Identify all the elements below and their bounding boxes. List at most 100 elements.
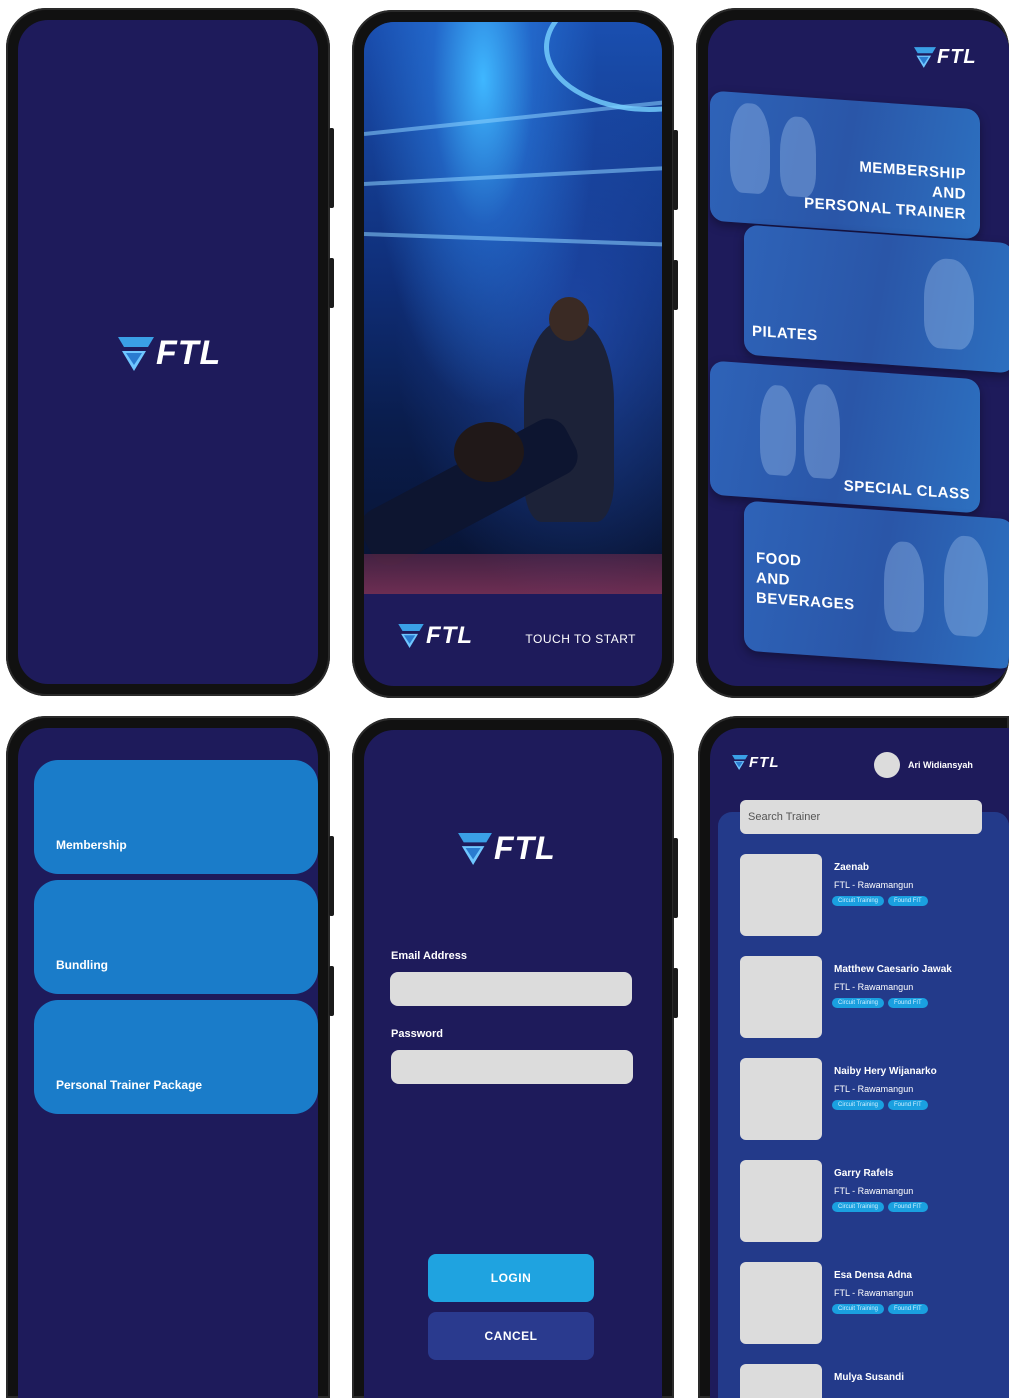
logo-text: FTL bbox=[749, 754, 780, 771]
email-field[interactable] bbox=[390, 972, 632, 1006]
ftl-logo: FTL bbox=[914, 46, 977, 69]
category-pilates[interactable] bbox=[744, 224, 1009, 374]
trainer-card[interactable]: Esa Densa Adna FTL - Rawamangun Circuit Tr… bbox=[740, 1262, 990, 1346]
floor bbox=[364, 554, 662, 594]
search-trainer-input[interactable]: Search Trainer bbox=[740, 800, 982, 834]
category-photo-figure bbox=[944, 534, 988, 638]
menu-item-bundling[interactable]: Bundling bbox=[34, 880, 318, 994]
side-button bbox=[329, 258, 334, 308]
ftl-chevron-icon bbox=[732, 755, 748, 770]
menu-item-label: Bundling bbox=[56, 958, 108, 972]
side-button bbox=[673, 130, 678, 210]
trainer-tags: Circuit Training Found FIT bbox=[832, 998, 928, 1008]
side-button bbox=[673, 260, 678, 310]
trainer-location: FTL - Rawamangun bbox=[834, 982, 914, 992]
side-button bbox=[673, 968, 678, 1018]
menu-item-label: Membership bbox=[56, 838, 127, 852]
trainer-tags: Circuit Training Found FIT bbox=[832, 896, 928, 906]
welcome-screen[interactable]: FTL TOUCH TO START bbox=[364, 22, 662, 686]
athlete-head bbox=[549, 297, 589, 341]
trainer-photo bbox=[740, 956, 822, 1038]
trainer-tag: Circuit Training bbox=[832, 1304, 885, 1314]
logo-text: FTL bbox=[156, 334, 222, 372]
trainer-tag: Circuit Training bbox=[832, 1202, 885, 1212]
menu-item-label: Personal Trainer Package bbox=[56, 1078, 203, 1092]
trainer-tag: Found FIT bbox=[888, 998, 928, 1008]
menu-screen: Membership Bundling Personal Trainer Pac… bbox=[18, 728, 318, 1398]
trainer-tag: Found FIT bbox=[888, 896, 928, 906]
cancel-button[interactable]: CANCEL bbox=[428, 1312, 594, 1360]
side-button bbox=[673, 838, 678, 918]
avatar[interactable] bbox=[874, 752, 900, 778]
trainer-tag: Circuit Training bbox=[832, 1100, 885, 1110]
ftl-chevron-icon bbox=[914, 47, 936, 68]
trainer-photo bbox=[740, 1058, 822, 1140]
gym-photo bbox=[364, 22, 662, 594]
category-photo-figure bbox=[760, 384, 796, 477]
trainer-card[interactable]: Garry Rafels FTL - Rawamangun Circuit Trai… bbox=[740, 1160, 990, 1244]
trainer-tag: Found FIT bbox=[888, 1202, 928, 1212]
trainer-tags: Circuit Training Found FIT bbox=[832, 1100, 928, 1110]
phone-trainers: FTL Ari Widiansyah Search Trainer Zaenab… bbox=[698, 716, 1009, 1398]
trainer-name: Zaenab bbox=[834, 862, 870, 873]
side-button bbox=[329, 128, 334, 208]
phone-splash: FTL bbox=[6, 8, 334, 696]
password-field[interactable] bbox=[391, 1050, 633, 1084]
trainer-name: Esa Densa Adna bbox=[834, 1270, 912, 1281]
side-button bbox=[329, 836, 334, 916]
menu-item-membership[interactable]: Membership bbox=[34, 760, 318, 874]
trainer-tags: Circuit Training Found FIT bbox=[832, 1304, 928, 1314]
trainer-card[interactable]: Mulya Susandi bbox=[740, 1364, 990, 1398]
side-button bbox=[329, 966, 334, 1016]
trainer-card[interactable]: Zaenab FTL - Rawamangun Circuit Training Fo… bbox=[740, 854, 990, 938]
light-beam bbox=[364, 232, 662, 247]
trainer-location: FTL - Rawamangun bbox=[834, 1186, 914, 1196]
trainer-name: Matthew Caesario Jawak bbox=[834, 964, 952, 975]
menu-item-personal-trainer-package[interactable]: Personal Trainer Package bbox=[34, 1000, 318, 1114]
touch-to-start-label[interactable]: TOUCH TO START bbox=[525, 632, 636, 646]
trainer-card[interactable]: Matthew Caesario Jawak FTL - Rawamangun Ci… bbox=[740, 956, 990, 1040]
phone-login: FTL Email Address Password LOGIN CANCEL bbox=[352, 718, 678, 1398]
login-button[interactable]: LOGIN bbox=[428, 1254, 594, 1302]
logo-text: FTL bbox=[494, 830, 556, 866]
logo-text: FTL bbox=[937, 46, 977, 68]
ftl-chevron-icon bbox=[398, 624, 424, 648]
light-ring bbox=[544, 22, 662, 112]
trainers-screen: FTL Ari Widiansyah Search Trainer Zaenab… bbox=[710, 728, 1009, 1398]
password-label: Password bbox=[391, 1028, 443, 1040]
splash-screen: FTL bbox=[18, 20, 318, 684]
ftl-logo: FTL bbox=[458, 830, 556, 867]
ftl-logo: FTL bbox=[732, 754, 780, 771]
trainer-tag: Circuit Training bbox=[832, 998, 885, 1008]
categories-screen: FTL MEMBERSHIP AND PERSONAL TRAINER PILA… bbox=[708, 20, 1009, 686]
trainer-tag: Found FIT bbox=[888, 1100, 928, 1110]
trainer-name: Garry Rafels bbox=[834, 1168, 894, 1179]
category-label: FOOD AND BEVERAGES bbox=[756, 549, 855, 616]
phone-menu: Membership Bundling Personal Trainer Pac… bbox=[6, 716, 334, 1398]
trainer-tag: Found FIT bbox=[888, 1304, 928, 1314]
category-photo-figure bbox=[804, 383, 840, 480]
user-name: Ari Widiansyah bbox=[908, 760, 973, 770]
ftl-logo: FTL bbox=[398, 622, 473, 650]
trainer-photo bbox=[740, 1262, 822, 1344]
phone-categories: FTL MEMBERSHIP AND PERSONAL TRAINER PILA… bbox=[696, 8, 1009, 698]
category-photo-figure bbox=[884, 540, 924, 634]
category-photo-figure bbox=[924, 257, 974, 351]
trainer-card[interactable]: Naiby Hery Wijanarko FTL - Rawamangun Circ… bbox=[740, 1058, 990, 1142]
trainer-photo bbox=[740, 1364, 822, 1398]
email-label: Email Address bbox=[391, 950, 468, 962]
logo-text: FTL bbox=[426, 622, 473, 649]
trainer-location: FTL - Rawamangun bbox=[834, 1084, 914, 1094]
trainer-location: FTL - Rawamangun bbox=[834, 880, 914, 890]
trainer-location: FTL - Rawamangun bbox=[834, 1288, 914, 1298]
login-screen: FTL Email Address Password LOGIN CANCEL bbox=[364, 730, 662, 1398]
light-beam bbox=[364, 166, 662, 186]
phone-welcome: FTL TOUCH TO START bbox=[352, 10, 678, 698]
ftl-logo: FTL bbox=[118, 334, 221, 373]
trainer-photo bbox=[740, 1160, 822, 1242]
trainer-tag: Circuit Training bbox=[832, 896, 885, 906]
trainer-photo bbox=[740, 854, 822, 936]
ftl-chevron-icon bbox=[458, 832, 492, 865]
trainer-name: Naiby Hery Wijanarko bbox=[834, 1066, 937, 1077]
ftl-chevron-icon bbox=[118, 336, 154, 371]
